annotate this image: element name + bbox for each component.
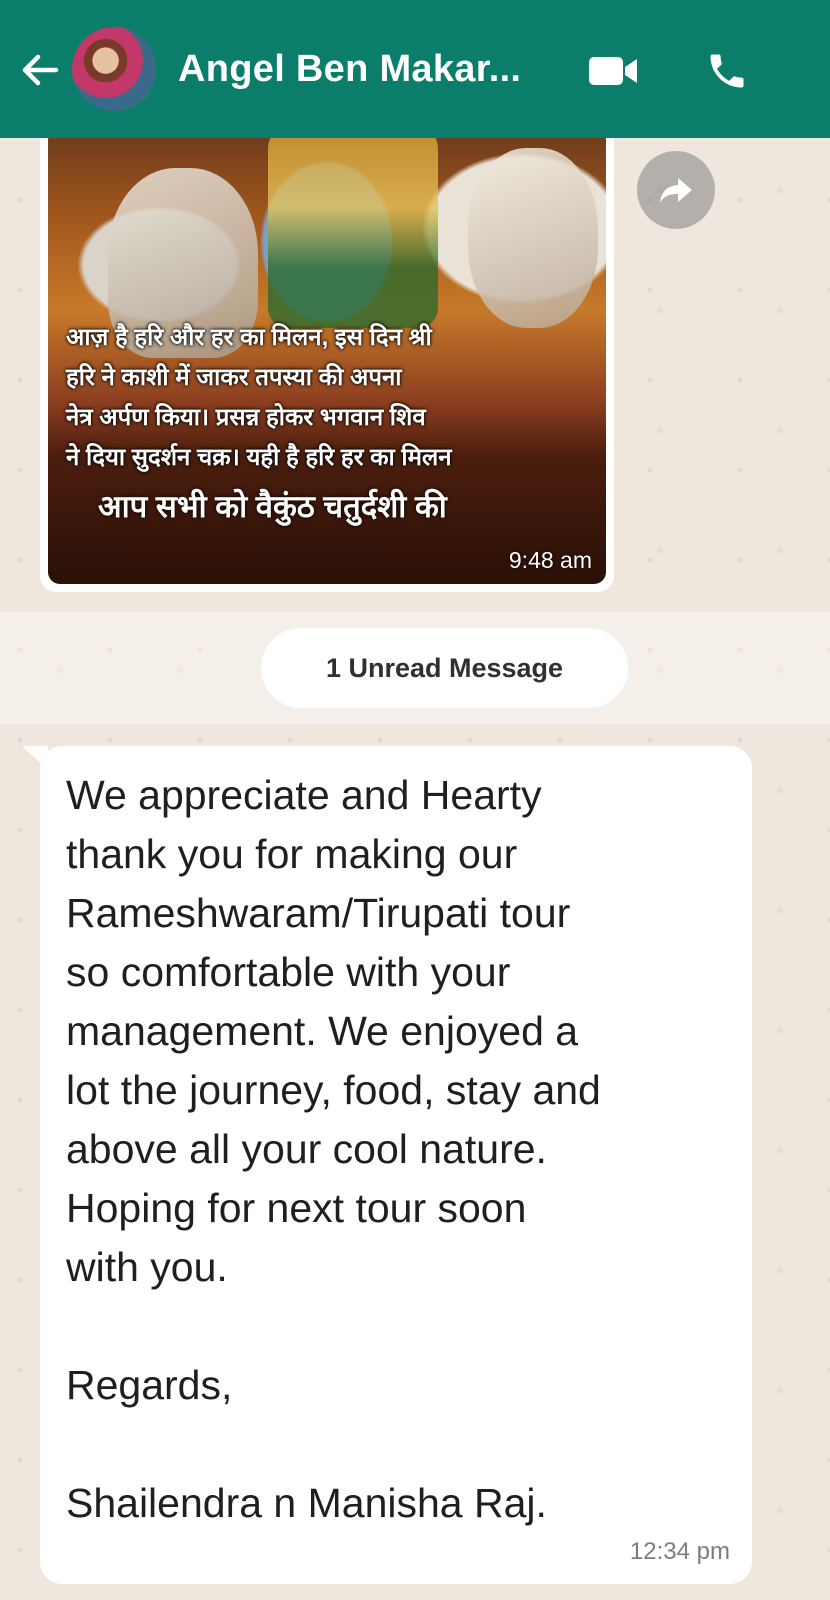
shared-image[interactable]: आज़ है हरि और हर का मिलन, इस दिन श्री हर… [48,128,606,584]
text-message-time: 12:34 pm [629,1538,730,1565]
arrow-left-icon [22,54,59,86]
video-call-button[interactable] [583,50,643,92]
contact-name[interactable]: Angel Ben Makar... [178,48,521,91]
image-caption-text: आज़ है हरि और हर का मिलन, इस दिन श्री हर… [66,324,452,471]
back-button[interactable] [16,46,64,94]
forward-button[interactable] [637,151,715,229]
image-figure-bull [468,148,598,328]
forward-arrow-icon [660,178,692,203]
unread-messages-badge: 1 Unread Message [261,628,628,708]
image-greeting-text: आप सभी को वैकुंठ चतुर्दशी की [98,489,447,524]
avatar[interactable] [72,27,156,111]
video-camera-icon [589,57,637,85]
chat-header: Angel Ben Makar... [0,0,830,138]
text-message[interactable]: We appreciate and Hearty thank you for m… [40,746,752,1584]
voice-call-button[interactable] [700,44,754,98]
image-message[interactable]: आज़ है हरि और हर का मिलन, इस दिन श्री हर… [40,120,614,592]
image-message-time: 9:48 am [508,547,592,573]
image-figure-deity [268,128,438,328]
message-body: We appreciate and Hearty thank you for m… [66,772,601,1526]
phone-icon [710,54,744,88]
